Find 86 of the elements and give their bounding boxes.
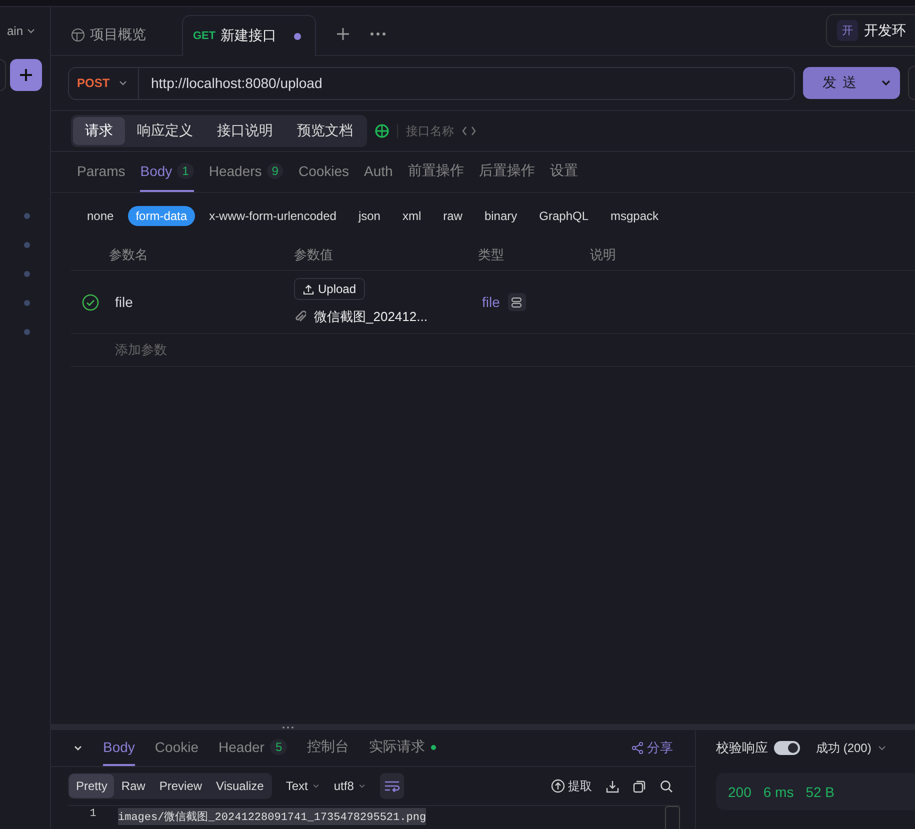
body-type-option[interactable]: msgpack bbox=[602, 206, 667, 226]
tab-label: 新建接口 bbox=[220, 27, 277, 45]
view-tab[interactable]: 响应定义 bbox=[125, 117, 205, 145]
check-circle-icon[interactable] bbox=[82, 294, 98, 310]
extract-button[interactable]: 提取 bbox=[551, 778, 592, 794]
param-tab[interactable]: Cookies bbox=[298, 152, 350, 192]
content-type-select[interactable]: Text bbox=[286, 779, 320, 793]
branch-name[interactable]: ain bbox=[6, 24, 23, 38]
param-tab[interactable]: Auth bbox=[364, 152, 393, 192]
param-tab[interactable]: Body 1 bbox=[140, 152, 194, 192]
param-tab[interactable]: 设置 bbox=[550, 152, 578, 192]
send-button[interactable]: 发 送 bbox=[803, 67, 900, 99]
drag-handle-icon[interactable] bbox=[282, 726, 294, 728]
tab-label: 项目概览 bbox=[90, 26, 146, 44]
response-stat: 6 ms bbox=[763, 784, 794, 800]
param-tab[interactable]: Params bbox=[77, 152, 126, 192]
plus-icon bbox=[19, 68, 33, 82]
view-tab[interactable]: 预览文档 bbox=[285, 117, 365, 145]
document-tab[interactable]: 项目概览 bbox=[69, 15, 158, 55]
upload-circle-icon bbox=[551, 779, 565, 793]
body-type-option[interactable]: json bbox=[350, 206, 388, 226]
tree-dot-icon bbox=[24, 213, 30, 219]
response-stat: 52 B bbox=[806, 784, 835, 800]
tree-dot-icon bbox=[24, 242, 30, 248]
response-tab[interactable]: Body bbox=[103, 730, 135, 766]
chevron-down-icon bbox=[26, 26, 36, 36]
code-icon[interactable] bbox=[462, 126, 476, 136]
column-header: 类型 bbox=[478, 246, 505, 264]
link-icon[interactable] bbox=[508, 293, 526, 311]
param-name: file bbox=[114, 294, 134, 310]
response-tab[interactable]: 实际请求 bbox=[369, 730, 436, 766]
format-tab[interactable]: Raw bbox=[114, 774, 152, 798]
plus-icon[interactable] bbox=[336, 27, 350, 41]
layout-icon bbox=[71, 28, 85, 42]
response-tab[interactable]: 控制台 bbox=[307, 730, 350, 766]
response-stat: 200 bbox=[728, 784, 752, 800]
share-icon bbox=[632, 742, 643, 754]
wrap-icon[interactable] bbox=[380, 773, 404, 799]
body-type-option[interactable]: binary bbox=[476, 206, 526, 226]
upload-button[interactable]: Upload bbox=[294, 278, 366, 300]
column-header: 参数名 bbox=[109, 246, 149, 264]
collapse-icon[interactable] bbox=[73, 743, 83, 753]
tree-dot-icon bbox=[24, 329, 30, 335]
format-tab[interactable]: Preview bbox=[152, 774, 210, 798]
body-type-option[interactable]: raw bbox=[435, 206, 470, 226]
format-tab[interactable]: Visualize bbox=[209, 774, 271, 798]
file-name: 微信截图_202412... bbox=[314, 308, 428, 326]
tree-dot-icon bbox=[24, 300, 30, 306]
copy-icon[interactable] bbox=[633, 780, 646, 792]
validate-label: 校验响应 bbox=[716, 739, 768, 757]
share-link[interactable]: 分享 bbox=[632, 730, 673, 766]
chevron-down-icon bbox=[312, 782, 320, 790]
line-number: 1 bbox=[88, 808, 98, 822]
column-header: 参数值 bbox=[294, 246, 334, 264]
body-type-option[interactable]: GraphQL bbox=[531, 206, 597, 226]
view-tab[interactable]: 请求 bbox=[73, 117, 125, 145]
chevron-down-icon bbox=[358, 782, 366, 790]
paperclip-icon bbox=[294, 310, 306, 324]
environment-selector[interactable]: 开 开发环 bbox=[826, 14, 915, 47]
body-type-option[interactable]: xml bbox=[394, 206, 430, 226]
format-tab[interactable]: Pretty bbox=[69, 774, 114, 798]
download-icon[interactable] bbox=[606, 780, 619, 792]
response-tab[interactable]: Cookie bbox=[154, 730, 199, 766]
add-button[interactable] bbox=[10, 59, 42, 91]
validate-toggle[interactable] bbox=[774, 741, 800, 755]
param-type[interactable]: file bbox=[482, 294, 500, 310]
method-label: GET bbox=[193, 30, 216, 42]
document-tab[interactable]: GET 新建接口 bbox=[182, 15, 316, 56]
globe-icon bbox=[375, 124, 389, 138]
param-tab[interactable]: 后置操作 bbox=[478, 152, 535, 192]
view-tab[interactable]: 接口说明 bbox=[205, 117, 285, 145]
body-type-option[interactable]: x-www-form-urlencoded bbox=[201, 206, 344, 226]
encoding-select[interactable]: utf8 bbox=[334, 779, 366, 793]
column-header: 说明 bbox=[590, 246, 616, 264]
result-select[interactable]: 成功 (200) bbox=[816, 740, 888, 756]
scrollbar[interactable] bbox=[665, 806, 680, 829]
param-tab[interactable]: Headers 9 bbox=[208, 152, 284, 192]
body-type-option[interactable]: none bbox=[79, 206, 122, 226]
param-tab[interactable]: 前置操作 bbox=[408, 152, 464, 192]
more-icon[interactable] bbox=[370, 32, 386, 36]
upload-icon bbox=[303, 284, 314, 294]
response-tab[interactable]: Header 5 bbox=[218, 730, 288, 766]
tree-dot-icon bbox=[24, 271, 30, 277]
search-icon[interactable] bbox=[660, 780, 673, 792]
chevron-down-icon bbox=[877, 743, 888, 753]
environment-badge: 开 bbox=[837, 20, 858, 41]
